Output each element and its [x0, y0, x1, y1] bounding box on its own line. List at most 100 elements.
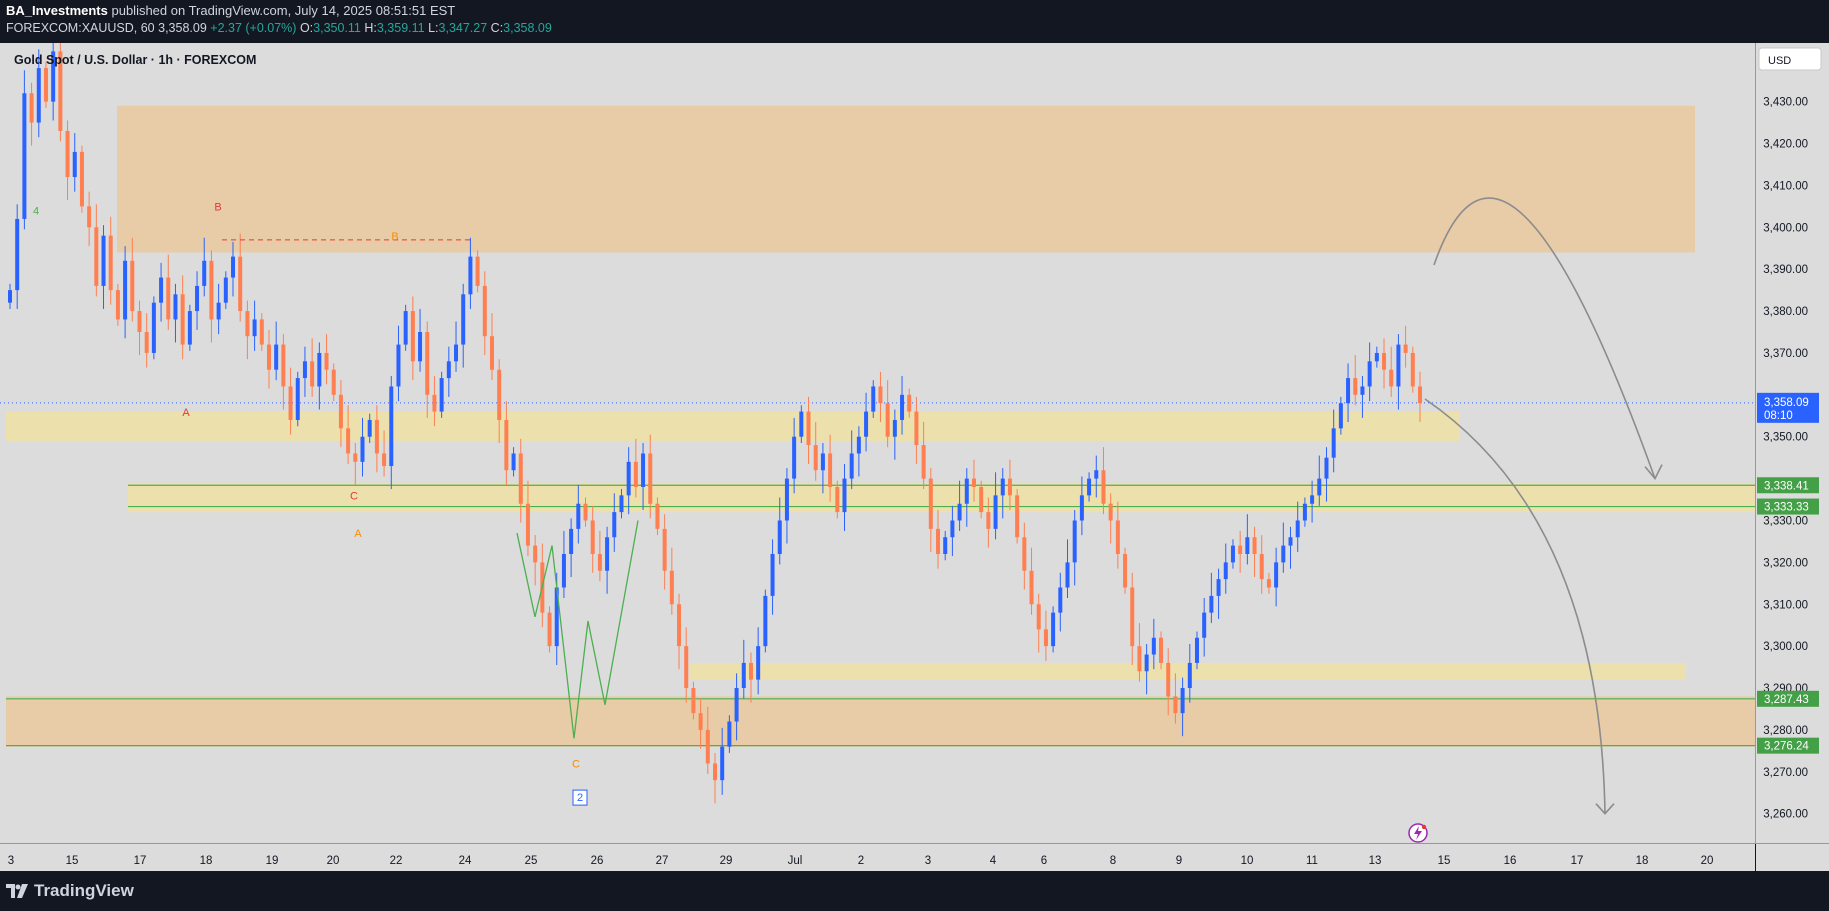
- candle-body: [1029, 570, 1034, 605]
- candle[interactable]: [43, 61, 48, 108]
- candle[interactable]: [1015, 489, 1020, 544]
- zone-supply[interactable]: [117, 105, 1695, 253]
- candle-body: [338, 394, 343, 429]
- candle[interactable]: [22, 70, 27, 230]
- candle-body: [195, 285, 200, 312]
- tradingview-logo[interactable]: TradingView: [6, 881, 134, 901]
- candle-body: [741, 662, 746, 689]
- candle-body: [374, 419, 379, 454]
- time-tick-label: 6: [1041, 855, 1047, 867]
- candle-body: [1072, 520, 1077, 563]
- candle-body: [1310, 495, 1315, 504]
- candle-body: [101, 235, 106, 286]
- candle-body: [216, 302, 221, 320]
- candle-body: [928, 478, 933, 529]
- chart-area[interactable]: 4BABCAC2 3,260.00 3,270.00 3,280.00 3,290.0…: [0, 28, 1829, 871]
- candle-body: [187, 311, 192, 345]
- candle-body: [1353, 378, 1358, 395]
- high-label: H:: [364, 21, 377, 35]
- zone-upper-demand[interactable]: [6, 411, 1460, 441]
- candle-body: [43, 68, 48, 102]
- time-tick-label: 17: [134, 855, 147, 867]
- candle-body: [1043, 629, 1048, 647]
- candle[interactable]: [115, 283, 120, 326]
- time-tick-label: 9: [1176, 855, 1182, 867]
- candle-body: [525, 503, 530, 546]
- candle-body: [123, 260, 128, 320]
- candle-body: [151, 302, 156, 353]
- time-tick-label: 8: [1110, 855, 1116, 867]
- candle-body: [828, 453, 833, 487]
- candle-body: [432, 394, 437, 412]
- candle-body: [547, 612, 552, 647]
- flash-icon[interactable]: [1408, 823, 1428, 843]
- candle-body: [1317, 478, 1322, 496]
- candle[interactable]: [295, 371, 300, 427]
- candle-body: [964, 478, 969, 504]
- candle-body: [669, 570, 674, 605]
- candle[interactable]: [547, 606, 552, 653]
- candle-body: [720, 746, 725, 781]
- candle-body: [1159, 637, 1164, 663]
- candle-body: [1374, 352, 1379, 362]
- candle-body: [1230, 545, 1235, 563]
- footer: TradingView: [0, 871, 1829, 911]
- price-tick-label: 3,280.00: [1763, 725, 1808, 737]
- candle[interactable]: [79, 145, 84, 213]
- zone-lower-demand[interactable]: [6, 696, 1755, 747]
- candle-body: [777, 520, 782, 554]
- low-value: 3,347.27: [438, 21, 488, 35]
- candle-body: [87, 206, 92, 228]
- price-tick-label: 3,390.00: [1763, 264, 1808, 276]
- chart-title: Gold Spot / U.S. Dollar · 1h · FOREXCOM: [14, 53, 256, 67]
- candle[interactable]: [1123, 547, 1128, 594]
- time-axis[interactable]: [0, 844, 1755, 871]
- zone-mid-demand[interactable]: [128, 482, 1755, 513]
- price-tick-label: 3,370.00: [1763, 348, 1808, 360]
- time-tick-label: 11: [1306, 855, 1318, 867]
- open-label: O:: [299, 21, 314, 35]
- candle-body: [245, 311, 250, 337]
- wave-label: B: [391, 231, 398, 243]
- candle-body: [943, 537, 948, 554]
- author-name[interactable]: BA_Investments: [6, 3, 108, 18]
- candle-body: [885, 403, 890, 437]
- high-value: 3,359.11: [376, 21, 425, 35]
- candle-body: [1238, 545, 1243, 554]
- wave-label: 4: [33, 206, 39, 218]
- publish-info: BA_Investments published on TradingView.…: [6, 3, 455, 18]
- candle-body: [713, 763, 717, 781]
- candle[interactable]: [151, 296, 156, 360]
- candle-body: [626, 461, 631, 496]
- candle[interactable]: [439, 371, 444, 418]
- candle[interactable]: [1410, 346, 1415, 393]
- candle-body: [36, 68, 41, 123]
- candle-body: [612, 512, 617, 538]
- candle-body: [756, 646, 761, 680]
- candle-body: [914, 411, 919, 446]
- candle-body: [1194, 637, 1199, 663]
- candle-body: [921, 445, 926, 479]
- candle-body: [1324, 457, 1329, 479]
- price-tick-label: 3,310.00: [1763, 599, 1808, 611]
- candle-body: [799, 411, 804, 437]
- wave-label: C: [572, 759, 580, 771]
- time-tick-label: 27: [656, 855, 669, 867]
- candle-body: [331, 369, 336, 395]
- candle-body: [1094, 470, 1099, 479]
- candle[interactable]: [187, 304, 192, 351]
- candle[interactable]: [763, 589, 768, 653]
- candle-body: [1173, 696, 1178, 714]
- currency-label[interactable]: USD: [1768, 55, 1791, 67]
- time-tick-label: 20: [327, 855, 340, 867]
- candle-body: [1410, 352, 1415, 387]
- axis-corner: [1756, 844, 1829, 871]
- candle-body: [1288, 537, 1293, 546]
- candle[interactable]: [1051, 606, 1056, 653]
- candle-body: [29, 93, 34, 123]
- candle-body: [1151, 637, 1156, 655]
- price-chart[interactable]: 4 BABCAC2 3,260.003,270.003,280.003,290.0…: [0, 28, 1829, 871]
- candle-body: [770, 553, 775, 596]
- candle-body: [497, 369, 502, 420]
- candle[interactable]: [403, 304, 408, 351]
